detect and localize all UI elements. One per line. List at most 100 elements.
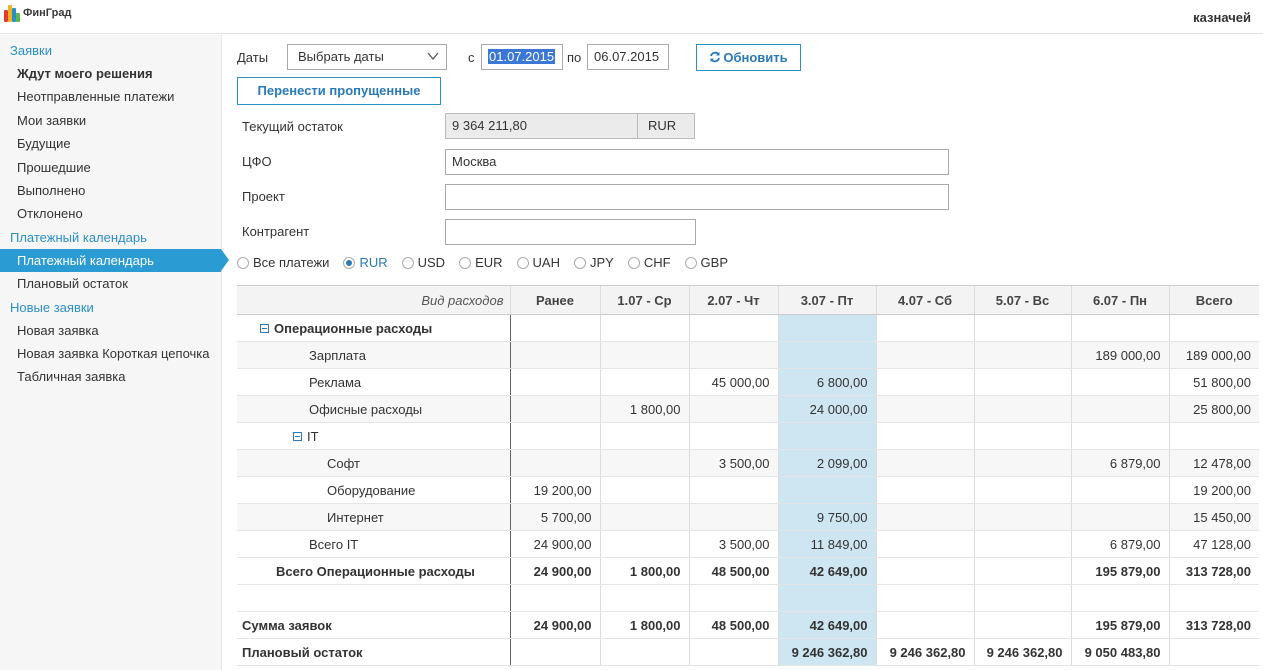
radio-all-payments[interactable]: Все платежи: [237, 255, 329, 270]
sidebar-item-planned-balance[interactable]: Плановый остаток: [0, 272, 221, 295]
table-cell: [875, 314, 974, 342]
transfer-missed-button[interactable]: Перенести пропущенные: [237, 77, 441, 105]
table-cell: [777, 314, 876, 342]
table-row: Операционные расходы: [237, 314, 1259, 342]
sidebar-item-rejected[interactable]: Отклонено: [0, 202, 221, 225]
radio-eur[interactable]: EUR: [459, 255, 503, 270]
sidebar-item-new-request[interactable]: Новая заявка: [0, 319, 221, 342]
project-input[interactable]: [445, 184, 949, 210]
sidebar-item-done[interactable]: Выполнено: [0, 179, 221, 202]
table-cell: 9 246 362,80: [777, 638, 876, 666]
radio-usd[interactable]: USD: [401, 255, 445, 270]
current-user[interactable]: казначей: [1193, 10, 1251, 25]
counterparty-input[interactable]: [445, 219, 696, 245]
chevron-down-icon: [427, 52, 439, 61]
sidebar-item-future[interactable]: Будущие: [0, 132, 221, 155]
table-cell: 3 500,00: [688, 530, 778, 558]
dates-select[interactable]: Выбрать даты: [287, 44, 447, 70]
sidebar-item-my-requests[interactable]: Мои заявки: [0, 109, 221, 132]
table-cell: 313 728,00: [1168, 611, 1259, 639]
radio-jpy[interactable]: JPY: [573, 255, 614, 270]
radio-gbp[interactable]: GBP: [684, 255, 728, 270]
row-label: Сумма заявок: [242, 617, 332, 633]
table-cell: [1168, 584, 1259, 612]
row-name-cell: Зарплата: [237, 341, 510, 369]
table-cell: [599, 503, 689, 531]
table-cell: 2 099,00: [777, 449, 876, 477]
table-cell: [973, 314, 1071, 342]
table-cell: 45 000,00: [688, 368, 778, 396]
table-cell: 42 649,00: [777, 611, 876, 639]
table-row: Реклама 45 000,00 6 800,00 51 800,00: [237, 368, 1259, 396]
table-cell: [1070, 584, 1169, 612]
table-cell: 195 879,00: [1070, 557, 1169, 585]
sidebar-item-table-request[interactable]: Табличная заявка: [0, 365, 221, 388]
cfo-input[interactable]: Москва: [445, 149, 949, 175]
table-cell: 6 879,00: [1070, 449, 1169, 477]
row-label: Всего IT: [309, 536, 359, 552]
refresh-label: Обновить: [723, 50, 788, 65]
app-logo[interactable]: ФинГрад: [4, 4, 71, 22]
sidebar-item-payment-calendar[interactable]: Платежный календарь: [0, 248, 229, 273]
date-to-value: 06.07.2015: [594, 49, 660, 64]
table-cell: [599, 341, 689, 369]
refresh-button[interactable]: Обновить: [696, 44, 801, 71]
sidebar-item-past[interactable]: Прошедшие: [0, 156, 221, 179]
sidebar-group-requests[interactable]: Заявки: [0, 39, 221, 62]
table-cell: 12 478,00: [1168, 449, 1259, 477]
date-to-input[interactable]: 06.07.2015: [587, 44, 669, 70]
table-cell: [875, 422, 974, 450]
to-label: по: [567, 50, 582, 65]
table-cell: 1 800,00: [599, 395, 689, 423]
table-cell: [973, 503, 1071, 531]
table-cell: [1070, 368, 1169, 396]
table-cell: [973, 611, 1071, 639]
collapse-toggle-icon[interactable]: [260, 323, 269, 333]
col-header-day: 5.07 - Вс: [973, 285, 1071, 315]
table-cell: [509, 449, 600, 477]
sidebar-item-new-request-short-chain[interactable]: Новая заявка Короткая цепочка: [0, 342, 221, 365]
table-cell: 19 200,00: [1168, 476, 1259, 504]
table-cell: 24 900,00: [509, 611, 600, 639]
table-cell: [973, 584, 1071, 612]
table-row: Офисные расходы 1 800,00 24 000,00 25 800,0…: [237, 395, 1259, 423]
table-cell: 25 800,00: [1168, 395, 1259, 423]
table-row: Сумма заявок 24 900,00 1 800,00 48 500,00 42…: [237, 611, 1259, 639]
dates-label: Даты: [237, 50, 269, 65]
current-balance-label: Текущий остаток: [242, 119, 343, 134]
table-cell: 189 000,00: [1168, 341, 1259, 369]
row-name-cell: Интернет: [237, 503, 510, 531]
table-cell: [1070, 395, 1169, 423]
refresh-icon: [710, 51, 721, 63]
radio-chf[interactable]: CHF: [627, 255, 671, 270]
table-row: Зарплата 189 000,00 189 000,00: [237, 341, 1259, 369]
row-name-cell: Плановый остаток: [237, 638, 510, 666]
row-name-cell: Всего IT: [237, 530, 510, 558]
sidebar-item-unsent-payments[interactable]: Неотправленные платежи: [0, 85, 221, 108]
date-from-input[interactable]: 01.07.2015: [481, 44, 563, 70]
table-cell: [688, 476, 778, 504]
table-cell: [973, 530, 1071, 558]
table-cell: [1168, 314, 1259, 342]
row-label: Интернет: [327, 509, 384, 525]
table-cell: 195 879,00: [1070, 611, 1169, 639]
table-cell: 9 750,00: [777, 503, 876, 531]
table-cell: [973, 422, 1071, 450]
payment-calendar-table: Вид расходов Ранее 1.07 - Ср 2.07 - Чт 3…: [237, 285, 1259, 666]
table-cell: [509, 368, 600, 396]
table-cell: 9 246 362,80: [973, 638, 1071, 666]
table-cell: 3 500,00: [688, 449, 778, 477]
radio-rur[interactable]: RUR: [343, 255, 388, 270]
table-cell: 6 800,00: [777, 368, 876, 396]
radio-uah[interactable]: UAH: [516, 255, 560, 270]
table-cell: [688, 395, 778, 423]
sidebar-group-payment-calendar[interactable]: Платежный календарь: [0, 226, 221, 249]
table-cell: 9 246 362,80: [875, 638, 974, 666]
table-cell: [777, 584, 876, 612]
sidebar-group-new-requests[interactable]: Новые заявки: [0, 296, 221, 319]
dates-select-value: Выбрать даты: [298, 49, 384, 64]
collapse-toggle-icon[interactable]: [293, 431, 302, 441]
table-cell: [599, 314, 689, 342]
sidebar-item-awaiting-decision[interactable]: Ждут моего решения: [0, 62, 221, 85]
table-cell: [509, 584, 600, 612]
